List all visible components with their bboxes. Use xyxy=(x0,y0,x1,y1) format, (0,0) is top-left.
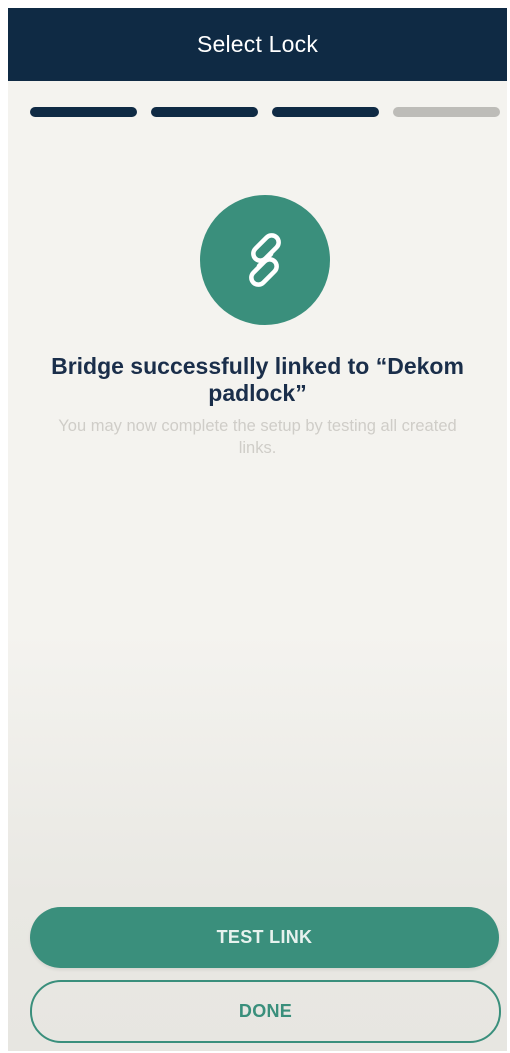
progress-step-2 xyxy=(151,107,258,117)
app-header: Select Lock xyxy=(8,8,507,81)
app-screen: Select Lock Bridge successfully linked t… xyxy=(8,8,507,1051)
link-icon xyxy=(249,233,281,287)
step-progress-indicator xyxy=(30,107,500,117)
progress-step-4 xyxy=(393,107,500,117)
link-status-badge xyxy=(200,195,330,325)
success-title: Bridge successfully linked to “Dekom pad… xyxy=(51,353,464,406)
header-title: Select Lock xyxy=(196,31,319,57)
success-subtitle: You may now complete the setup by testin… xyxy=(58,417,457,457)
progress-step-3 xyxy=(272,107,379,117)
done-button[interactable]: DONE xyxy=(30,980,501,1043)
progress-step-1 xyxy=(30,107,137,117)
test-link-button[interactable]: TEST LINK xyxy=(30,907,499,968)
